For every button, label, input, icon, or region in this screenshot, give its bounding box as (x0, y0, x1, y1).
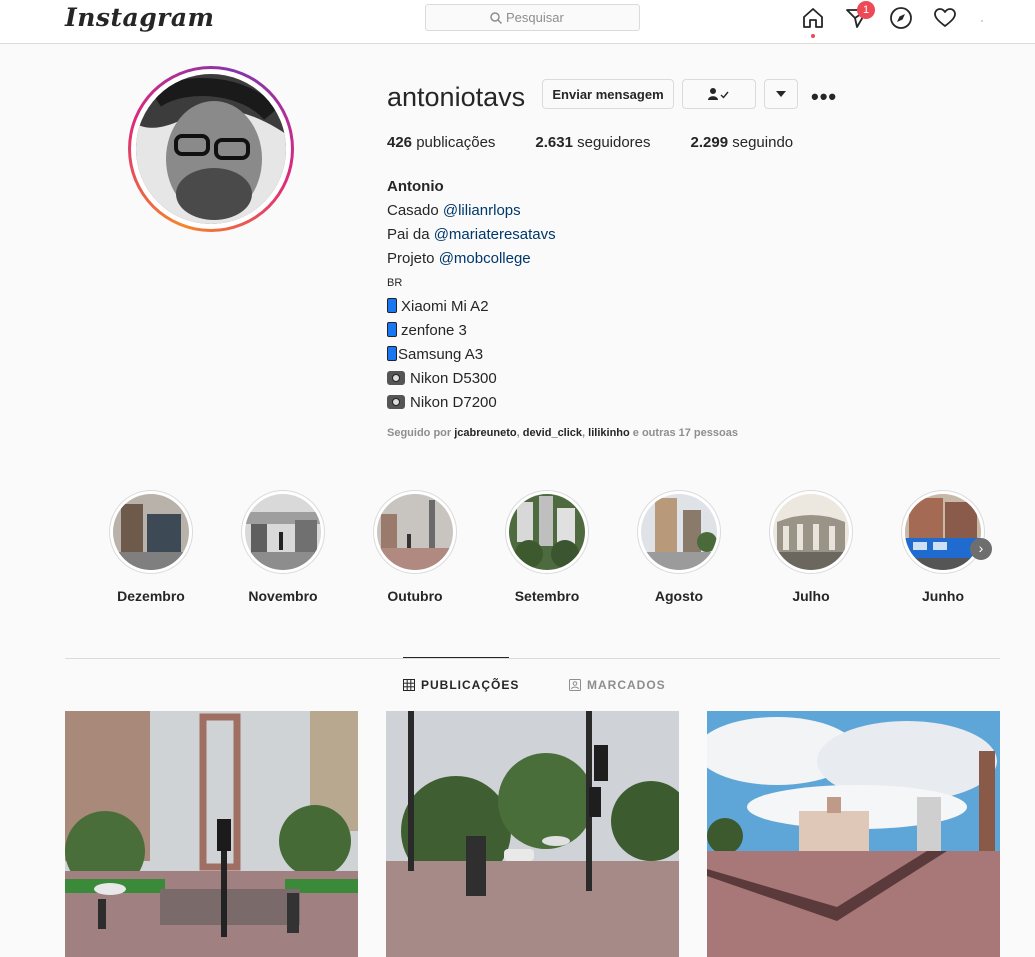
story-highlight[interactable]: Junho (901, 490, 985, 604)
highlight-cover (509, 494, 585, 570)
highlight-cover (905, 494, 981, 570)
home-active-dot (811, 34, 815, 38)
highlight-label: Dezembro (117, 588, 185, 604)
bio-device: Xiaomi Mi A2 (387, 295, 556, 319)
bio-line: Casado @lilianrlops (387, 202, 521, 219)
bio-line: Projeto @mobcollege (387, 250, 531, 267)
highlight-label: Outubro (387, 588, 443, 604)
profile-avatar-mini[interactable] (981, 20, 983, 22)
tabs-divider (65, 658, 1000, 659)
highlight-label: Junho (922, 588, 964, 604)
highlight-cover (113, 494, 189, 570)
instagram-logo[interactable]: Instagram (65, 3, 215, 32)
profile-full-name: Antonio (387, 178, 444, 195)
more-options-icon[interactable]: ••• (811, 84, 837, 110)
following-count[interactable]: 2.299 seguindo (691, 134, 794, 151)
search-box[interactable] (425, 4, 640, 31)
story-highlight[interactable]: Julho (769, 490, 853, 604)
mention-link[interactable]: @lilianrlops (443, 202, 521, 219)
story-highlight[interactable]: Setembro (505, 490, 589, 604)
highlight-label: Novembro (248, 588, 318, 604)
caret-down-icon (776, 91, 786, 97)
mention-link[interactable]: @mobcollege (439, 250, 531, 267)
mobile-phone-icon (387, 322, 397, 337)
bio-device: zenfone 3 (387, 319, 556, 343)
mobile-phone-icon (387, 346, 397, 361)
camera-icon (387, 395, 405, 409)
camera-icon (387, 371, 405, 385)
following-button[interactable] (682, 79, 756, 109)
tab-tagged[interactable]: MARCADOS (569, 678, 666, 692)
highlight-cover (377, 494, 453, 570)
highlight-label: Agosto (654, 588, 704, 604)
highlights-next-arrow-icon[interactable]: › (970, 538, 992, 560)
profile-stats: 426 publicações 2.631 seguidores 2.299 s… (387, 134, 833, 151)
explore-icon[interactable] (889, 6, 913, 30)
profile-avatar-ring[interactable] (128, 66, 294, 232)
story-highlight[interactable]: Dezembro (109, 490, 193, 604)
mobile-phone-icon (387, 298, 397, 313)
bio-line: Pai da @mariateresatavs (387, 226, 556, 243)
profile-username: antoniotavs (387, 82, 526, 112)
user-check-icon (708, 88, 729, 100)
story-highlight[interactable]: Novembro (241, 490, 325, 604)
search-input[interactable] (506, 10, 576, 25)
followers-count[interactable]: 2.631 seguidores (535, 134, 650, 151)
highlight-cover (641, 494, 717, 570)
mention-link[interactable]: @mariateresatavs (434, 226, 556, 243)
activity-heart-icon[interactable] (933, 6, 957, 30)
post-thumbnail[interactable] (65, 711, 358, 957)
send-message-button[interactable]: Enviar mensagem (542, 79, 674, 109)
bio-country: BR (387, 277, 403, 289)
bio-camera: Nikon D7200 (387, 391, 556, 415)
top-navigation-bar: Instagram 1 (0, 0, 1035, 44)
profile-bio: Antonio Casado @lilianrlops Pai da @mari… (387, 175, 556, 415)
bio-device: Samsung A3 (387, 343, 556, 367)
profile-avatar (136, 74, 286, 224)
suggestions-dropdown-button[interactable] (764, 79, 798, 109)
active-tab-indicator (403, 657, 509, 658)
posts-count: 426 publicações (387, 134, 496, 151)
story-highlight[interactable]: Agosto (637, 490, 721, 604)
notification-badge: 1 (857, 1, 875, 19)
story-highlight[interactable]: Outubro (373, 490, 457, 604)
bio-camera: Nikon D5300 (387, 367, 556, 391)
highlight-cover (773, 494, 849, 570)
highlight-label: Setembro (514, 588, 580, 604)
tagged-user-icon (569, 679, 581, 691)
post-thumbnail[interactable] (707, 711, 1000, 957)
post-thumbnail[interactable] (386, 711, 679, 957)
search-icon (490, 11, 503, 24)
home-icon[interactable] (801, 6, 825, 30)
grid-icon (403, 679, 415, 691)
highlight-cover (245, 494, 321, 570)
highlight-label: Julho (792, 588, 830, 604)
tab-posts[interactable]: PUBLICAÇÕES (403, 678, 519, 692)
followed-by[interactable]: Seguido por jcabreuneto, devid_click, li… (387, 427, 738, 439)
